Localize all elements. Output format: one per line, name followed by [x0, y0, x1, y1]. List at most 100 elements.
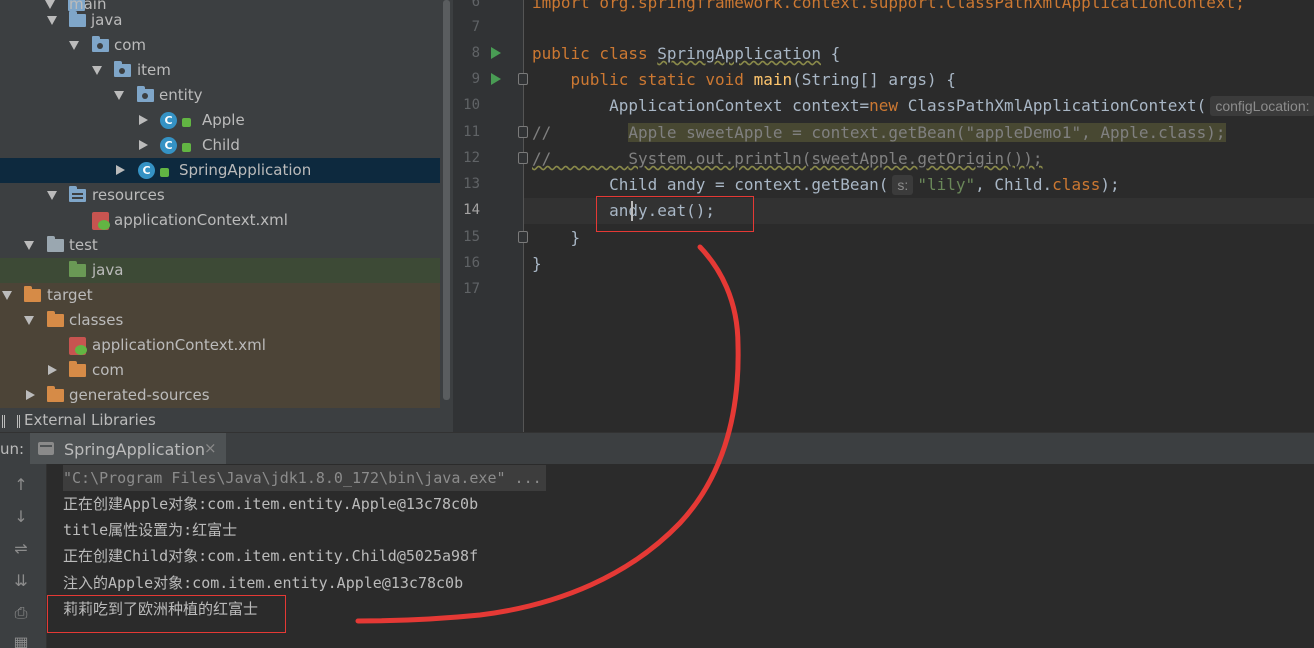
down-arrow-icon[interactable]: ↓: [10, 506, 32, 528]
chevron-down-icon[interactable]: [114, 91, 124, 100]
tree-row-label: applicationContext.xml: [92, 336, 266, 354]
tree-row-label: classes: [69, 311, 124, 329]
console-output[interactable]: "C:\Program Files\Java\jdk1.8.0_172\bin\…: [47, 464, 1314, 648]
line-number: 10: [463, 97, 480, 113]
xml-file-icon: [69, 337, 87, 355]
run-gutter-icon[interactable]: [491, 47, 501, 59]
line-number: 15: [463, 229, 480, 245]
tree-row-resources[interactable]: resources: [0, 183, 440, 208]
import-statement: import org.springframework.context.suppo…: [532, 0, 1245, 12]
chevron-right-icon[interactable]: [48, 365, 57, 375]
chevron-down-icon[interactable]: [47, 16, 57, 25]
up-arrow-icon[interactable]: ↑: [10, 474, 32, 496]
code-text: ClassPathXmlApplicationContext(: [898, 96, 1207, 115]
tree-row-label: Apple: [202, 111, 245, 129]
code-line-13: Child andy = context.getBean(s: "lily", C…: [532, 172, 1120, 198]
trash-icon[interactable]: ▦: [10, 632, 32, 648]
tree-row-test-java[interactable]: java: [0, 258, 453, 283]
chevron-down-icon[interactable]: [2, 291, 12, 300]
line-number: 12: [463, 150, 480, 166]
tree-row-test[interactable]: test: [0, 233, 440, 258]
tree-row-generated-sources[interactable]: generated-sources: [0, 383, 440, 408]
close-icon[interactable]: ×: [204, 439, 217, 457]
project-tree: main java com item entity C Apple C Chil…: [0, 0, 453, 432]
tree-row-classes[interactable]: classes: [0, 308, 440, 333]
tree-row-label: java: [92, 261, 124, 279]
line-number: 14: [463, 202, 480, 218]
tree-row-entity[interactable]: entity: [0, 83, 440, 108]
code-text: ApplicationContext context=: [532, 96, 870, 115]
run-config-icon: [38, 442, 54, 455]
java-class-icon: C: [160, 112, 177, 129]
tree-row-label: generated-sources: [69, 386, 210, 404]
run-gutter-icon[interactable]: [491, 73, 501, 85]
lock-icon: [182, 143, 191, 152]
tree-row-label: applicationContext.xml: [114, 211, 288, 229]
tree-row-label: java: [91, 11, 123, 29]
soft-wrap-icon[interactable]: ⇌: [10, 538, 32, 560]
fold-marker-icon[interactable]: [518, 126, 528, 138]
code-line-8: public class SpringApplication {: [532, 41, 840, 67]
tree-row-label: test: [69, 236, 98, 254]
fold-marker-icon[interactable]: [518, 73, 528, 85]
commented-code: Apple sweetApple = context.getBean("appl…: [628, 123, 1226, 142]
tree-row-item[interactable]: item: [0, 58, 440, 83]
tree-row-label: com: [114, 36, 147, 54]
chevron-right-icon[interactable]: [26, 390, 35, 400]
chevron-right-icon[interactable]: [139, 115, 148, 125]
run-panel-label: un:: [0, 440, 25, 458]
tree-row-label: SpringApplication: [179, 161, 312, 179]
fold-marker-icon[interactable]: [518, 231, 528, 243]
tree-row-target[interactable]: target: [0, 283, 440, 308]
folder-icon: [69, 361, 86, 377]
tree-scrollbar[interactable]: [440, 0, 453, 432]
tree-scrollbar-thumb[interactable]: [443, 0, 450, 400]
tree-row-com[interactable]: com: [0, 33, 440, 58]
chevron-down-icon[interactable]: [24, 241, 34, 250]
annotation-box-code: [596, 196, 754, 232]
folder-icon: [47, 386, 64, 402]
tree-row-classes-com[interactable]: com: [0, 358, 440, 383]
code-editor[interactable]: 6 7 8 9 10 11 12 13 14 15 16 17 import o…: [453, 0, 1314, 432]
string-literal: "lily": [917, 175, 976, 194]
console-line: 正在创建Child对象:com.item.entity.Child@5025a9…: [63, 547, 479, 565]
tree-row-springapplication[interactable]: C SpringApplication: [0, 158, 440, 183]
code-line-6: import org.springframework.context.suppo…: [532, 0, 1245, 16]
tree-row-child[interactable]: C Child: [0, 133, 440, 158]
tree-row-java[interactable]: java: [0, 8, 440, 33]
tree-row-label: target: [47, 286, 93, 304]
code-line-9: public static void main(String[] args) {: [532, 67, 956, 93]
fold-marker-icon[interactable]: [518, 152, 528, 164]
keyword: public class: [532, 44, 658, 63]
line-number: 11: [463, 124, 480, 140]
code-text: );: [1100, 175, 1120, 194]
code-line-16: }: [532, 251, 542, 277]
tree-row-apple[interactable]: C Apple: [0, 108, 440, 133]
annotation-box-output: [47, 595, 286, 633]
code-line-11: // Apple sweetApple = context.getBean("a…: [532, 120, 1226, 146]
java-class-icon: C: [138, 162, 155, 179]
package-icon: [114, 61, 131, 77]
line-number: 9: [471, 71, 480, 87]
print-icon[interactable]: ⎙: [10, 602, 32, 624]
chevron-down-icon[interactable]: [24, 316, 34, 325]
chevron-down-icon[interactable]: [47, 191, 57, 200]
chevron-right-icon[interactable]: [116, 165, 125, 175]
console-line: 注入的Apple对象:com.item.entity.Apple@13c78c0…: [63, 574, 464, 592]
code-text: , Child.: [975, 175, 1053, 194]
line-number: 13: [463, 176, 480, 192]
chevron-down-icon[interactable]: [92, 66, 102, 75]
tree-row-external-libraries[interactable]: External Libraries: [0, 408, 440, 432]
tree-row-label: com: [92, 361, 125, 379]
scroll-to-end-icon[interactable]: ⇊: [10, 570, 32, 592]
console-line: title属性设置为:红富士: [63, 521, 238, 539]
tree-row-label: Child: [202, 136, 240, 154]
tree-row-applicationcontext-xml[interactable]: applicationContext.xml: [0, 208, 440, 233]
lock-icon: [160, 168, 169, 177]
chevron-right-icon[interactable]: [139, 140, 148, 150]
tree-row-label: entity: [159, 86, 203, 104]
console-line: 正在创建Apple对象:com.item.entity.Apple@13c78c…: [63, 495, 479, 513]
chevron-down-icon[interactable]: [69, 41, 79, 50]
tree-row-classes-applicationcontext-xml[interactable]: applicationContext.xml: [0, 333, 440, 358]
folder-icon: [47, 236, 64, 252]
